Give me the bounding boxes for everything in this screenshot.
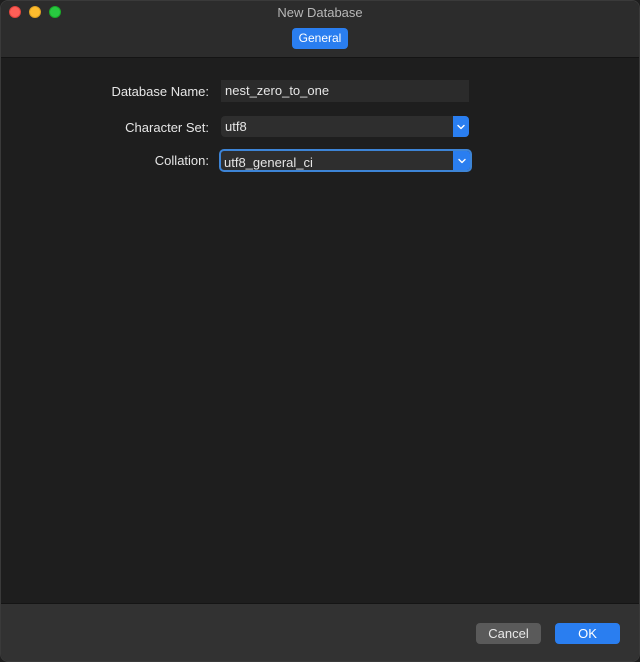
collation-select[interactable]: utf8_general_ci [219, 149, 472, 172]
form-area: Database Name: Character Set: utf8 Colla… [1, 58, 639, 603]
chevron-down-icon [453, 151, 470, 170]
collation-label: Collation: [154, 153, 209, 168]
cancel-button[interactable]: Cancel [476, 623, 541, 644]
new-database-window: New Database General Database Name: Char… [0, 0, 640, 662]
collation-value: utf8_general_ci [224, 155, 313, 170]
tab-bar: General [1, 23, 639, 58]
character-set-select[interactable]: utf8 [221, 116, 469, 137]
dialog-footer: Cancel OK [1, 603, 639, 661]
ok-button[interactable]: OK [555, 623, 620, 644]
title-bar[interactable]: New Database [1, 1, 639, 23]
character-set-value: utf8 [225, 119, 247, 134]
window-title: New Database [277, 5, 363, 20]
database-name-input[interactable] [221, 80, 469, 102]
database-name-label: Database Name: [111, 84, 209, 99]
character-set-label: Character Set: [125, 120, 209, 135]
tab-general[interactable]: General [292, 28, 348, 49]
chevron-down-icon [453, 116, 469, 137]
